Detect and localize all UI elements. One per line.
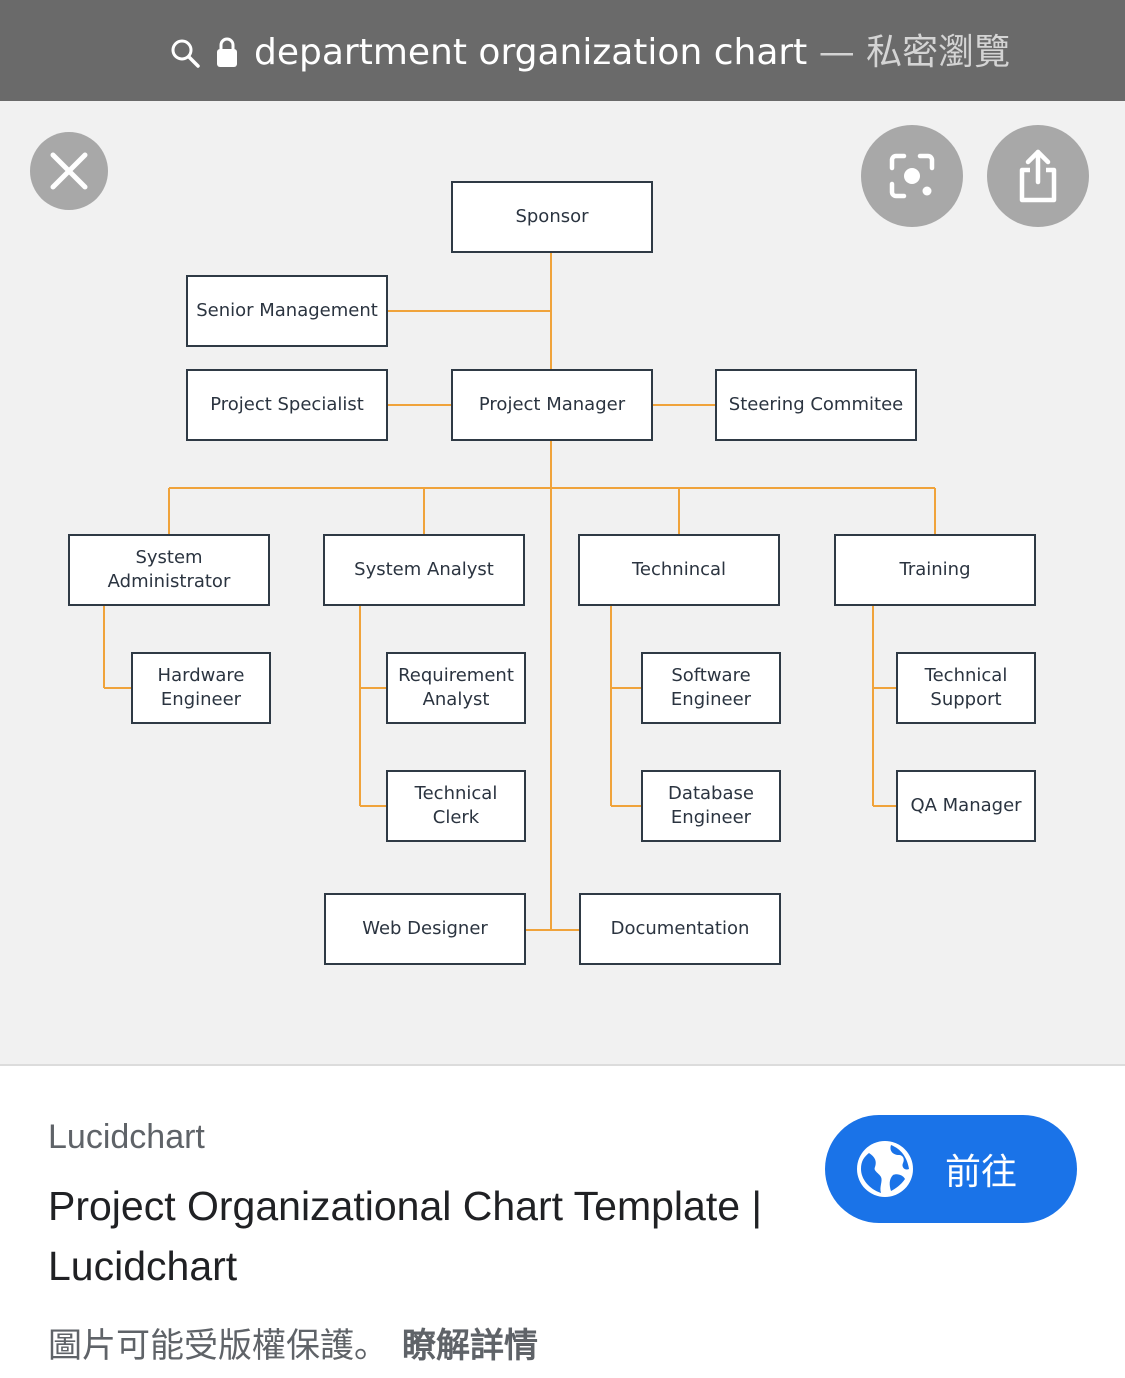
node-label: Web Designer bbox=[362, 918, 488, 939]
copyright-notice: 圖片可能受版權保護。 瞭解詳情 bbox=[48, 1318, 538, 1367]
node-project-manager: Project Manager bbox=[451, 369, 653, 441]
node-requirement-analyst: Requirement Analyst bbox=[386, 652, 526, 724]
url-bar[interactable]: department organization chart — 私密瀏覽 bbox=[0, 0, 1125, 101]
node-label-line-2: Administrator bbox=[107, 571, 231, 592]
node-label: QA Manager bbox=[910, 795, 1022, 816]
node-label-line-2: Support bbox=[930, 689, 1002, 710]
node-senior-management: Senior Management bbox=[186, 275, 388, 347]
node-label: Technincal bbox=[631, 559, 727, 580]
node-database-engineer: Database Engineer bbox=[641, 770, 781, 842]
node-steering-committee: Steering Commitee bbox=[715, 369, 917, 441]
node-label: Sponsor bbox=[515, 206, 589, 227]
visit-button[interactable]: 前往 bbox=[825, 1115, 1077, 1223]
node-label-line-1: Software bbox=[671, 665, 751, 686]
close-button[interactable] bbox=[30, 132, 108, 210]
node-label-line-2: Engineer bbox=[670, 807, 752, 828]
node-web-designer: Web Designer bbox=[324, 893, 526, 965]
node-label-line-1: Technical bbox=[414, 783, 498, 804]
search-icon bbox=[171, 39, 200, 68]
node-project-specialist: Project Specialist bbox=[186, 369, 388, 441]
result-title[interactable]: Project Organizational Chart Template | … bbox=[48, 1176, 808, 1296]
node-training: Training bbox=[834, 534, 1036, 606]
node-label-line-1: Requirement bbox=[398, 665, 514, 686]
close-icon bbox=[50, 152, 88, 190]
node-software-engineer: Software Engineer bbox=[641, 652, 781, 724]
node-label: Project Specialist bbox=[210, 394, 364, 415]
node-label-line-1: Technical bbox=[924, 665, 1008, 686]
node-label: Documentation bbox=[610, 918, 750, 939]
source-name[interactable]: Lucidchart bbox=[48, 1118, 205, 1157]
node-label-line-1: Database bbox=[668, 783, 754, 804]
visit-label: 前往 bbox=[945, 1152, 1018, 1193]
lens-button[interactable] bbox=[861, 125, 963, 227]
node-documentation: Documentation bbox=[579, 893, 781, 965]
org-chart-image: Sponsor Senior Management Project Specia… bbox=[0, 101, 1125, 1064]
node-hardware-engineer: Hardware Engineer bbox=[131, 652, 271, 724]
learn-more-link[interactable]: 瞭解詳情 bbox=[402, 1326, 538, 1366]
node-label-line-2: Engineer bbox=[670, 689, 752, 710]
node-system-administrator: System Administrator bbox=[68, 534, 270, 606]
node-label-line-1: System bbox=[135, 547, 203, 568]
node-label-line-1: Hardware bbox=[157, 665, 245, 686]
globe-icon bbox=[857, 1141, 913, 1197]
node-label-line-2: Analyst bbox=[422, 689, 490, 710]
node-label: Steering Commitee bbox=[728, 394, 904, 415]
node-label-line-2: Clerk bbox=[432, 807, 480, 828]
url-title: department organization chart — 私密瀏覽 bbox=[254, 28, 1010, 78]
node-technincal: Technincal bbox=[578, 534, 780, 606]
node-system-analyst: System Analyst bbox=[323, 534, 525, 606]
node-label: Project Manager bbox=[478, 394, 626, 415]
node-label: Senior Management bbox=[196, 300, 378, 321]
private-browsing-label: — 私密瀏覽 bbox=[807, 32, 1011, 73]
node-label: Training bbox=[899, 559, 971, 580]
node-technical-clerk: Technical Clerk bbox=[386, 770, 526, 842]
node-sponsor: Sponsor bbox=[451, 181, 653, 253]
share-button[interactable] bbox=[987, 125, 1089, 227]
share-icon bbox=[1019, 149, 1057, 203]
copyright-text: 圖片可能受版權保護。 bbox=[48, 1326, 388, 1366]
node-qa-manager: QA Manager bbox=[896, 770, 1036, 842]
node-label: System Analyst bbox=[354, 559, 494, 580]
image-viewer: Sponsor Senior Management Project Specia… bbox=[0, 101, 1125, 1066]
node-label-line-2: Engineer bbox=[160, 689, 242, 710]
lock-icon bbox=[217, 37, 237, 67]
node-technical-support: Technical Support bbox=[896, 652, 1036, 724]
url-title-text: department organization chart bbox=[254, 32, 808, 73]
lens-icon bbox=[889, 153, 935, 199]
